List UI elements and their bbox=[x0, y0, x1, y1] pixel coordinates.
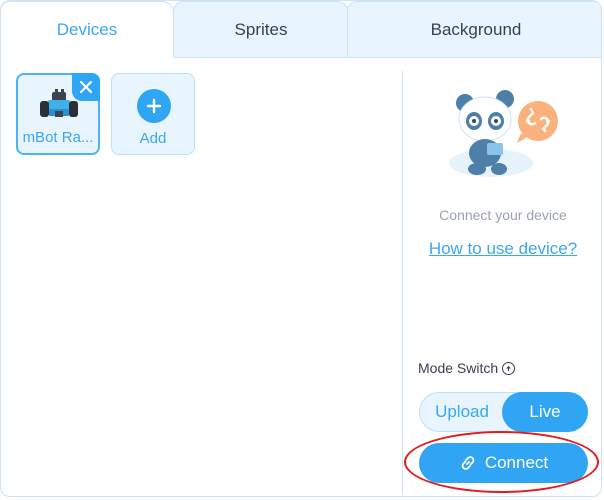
help-icon[interactable] bbox=[502, 361, 516, 375]
device-panel: Devices Sprites Background mBot Ra... Ad… bbox=[0, 0, 602, 497]
device-card-mbot[interactable]: mBot Ra... bbox=[16, 73, 100, 155]
connect-button[interactable]: Connect bbox=[419, 443, 588, 483]
panel-divider bbox=[402, 71, 403, 495]
mode-live-option[interactable]: Live bbox=[502, 392, 588, 432]
remove-device-button[interactable] bbox=[72, 73, 100, 101]
device-label: mBot Ra... bbox=[22, 129, 94, 146]
connect-status-text: Connect your device bbox=[439, 207, 567, 223]
link-icon bbox=[461, 456, 475, 470]
how-to-use-link[interactable]: How to use device? bbox=[403, 239, 601, 259]
tab-divider bbox=[173, 57, 601, 58]
panda-disconnected-illustration bbox=[449, 90, 558, 177]
close-icon bbox=[79, 80, 93, 94]
add-device-button[interactable]: Add bbox=[111, 73, 195, 155]
mode-switch-toggle: Upload Live bbox=[419, 392, 588, 432]
tab-bar: Devices Sprites Background bbox=[1, 1, 601, 58]
plus-icon bbox=[137, 89, 171, 123]
mode-switch-label: Mode Switch bbox=[418, 360, 516, 376]
tab-sprites[interactable]: Sprites bbox=[173, 1, 349, 58]
mode-upload-option[interactable]: Upload bbox=[420, 392, 504, 432]
add-label: Add bbox=[139, 130, 167, 147]
tab-background[interactable]: Background bbox=[347, 1, 601, 58]
connect-label: Connect bbox=[484, 453, 549, 472]
mode-switch-text: Mode Switch bbox=[418, 360, 499, 376]
tab-devices[interactable]: Devices bbox=[1, 1, 174, 58]
